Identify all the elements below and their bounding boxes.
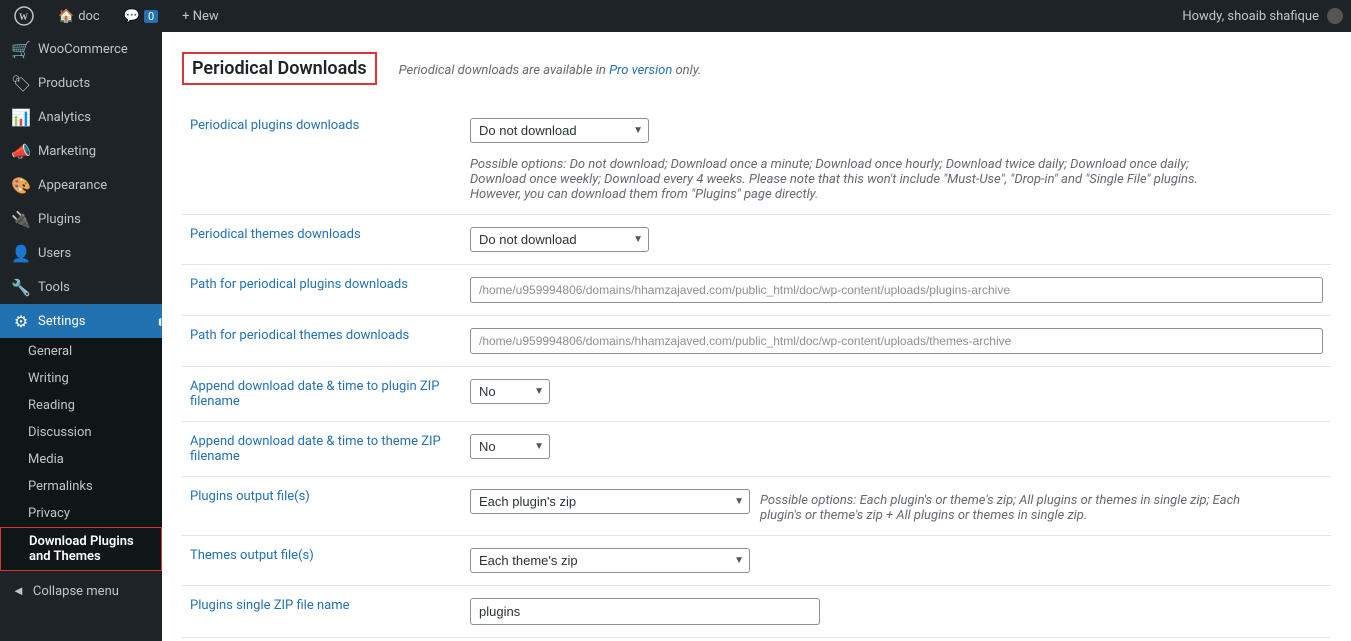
table-row: Plugins single ZIP file name	[182, 586, 1331, 638]
sidebar-item-users[interactable]: 👤 Users	[0, 236, 162, 270]
path-themes-input[interactable]	[470, 328, 1323, 354]
sidebar-appearance-label: Appearance	[38, 178, 107, 193]
products-icon: 🏷	[12, 74, 30, 92]
field-label-periodical-plugins: Periodical plugins downloads	[190, 118, 359, 133]
settings-arrow-icon: ◄	[150, 313, 162, 330]
periodical-plugins-select[interactable]: Do not download Download once a minute D…	[470, 118, 649, 143]
periodical-plugins-description: Possible options: Do not download; Downl…	[470, 157, 1220, 202]
sidebar-sub-permalinks[interactable]: Permalinks	[0, 473, 162, 500]
themes-output-select[interactable]: Each theme's zip All themes in single zi…	[470, 548, 750, 573]
sidebar-sub-download-plugins-themes[interactable]: Download Plugins and Themes	[0, 527, 162, 571]
table-row: Path for periodical plugins downloads	[182, 265, 1331, 316]
plugins-output-select[interactable]: Each plugin's zip All plugins in single …	[470, 489, 750, 514]
comments-button[interactable]: 💬 0	[118, 9, 164, 24]
sidebar-products-label: Products	[38, 76, 90, 91]
plugins-output-select-wrap: Each plugin's zip All plugins in single …	[470, 489, 750, 514]
sidebar-item-products[interactable]: 🏷 Products	[0, 66, 162, 100]
append-date-theme-select-wrap: No Yes ▼	[470, 434, 550, 459]
sidebar-tools-label: Tools	[38, 280, 70, 295]
plugins-icon: 🔌	[12, 210, 30, 228]
avatar[interactable]	[1327, 8, 1343, 24]
woocommerce-icon: 🛒	[12, 40, 30, 58]
field-label-plugins-output: Plugins output file(s)	[190, 489, 310, 504]
sidebar-item-appearance[interactable]: 🎨 Appearance	[0, 168, 162, 202]
sidebar-sub-reading[interactable]: Reading	[0, 392, 162, 419]
table-row: Plugins output file(s) Each plugin's zip…	[182, 477, 1331, 536]
field-label-plugins-single-zip: Plugins single ZIP file name	[190, 598, 350, 613]
admin-bar: W 🏠 doc 💬 0 + New Howdy, shoaib shafique	[0, 0, 1351, 32]
admin-bar-left: W 🏠 doc 💬 0 + New	[8, 6, 1174, 26]
pro-version-link[interactable]: Pro version	[609, 63, 672, 78]
sidebar-sub-media[interactable]: Media	[0, 446, 162, 473]
append-date-theme-select[interactable]: No Yes	[470, 434, 550, 459]
new-content-button[interactable]: + New	[176, 9, 225, 24]
sidebar-users-label: Users	[38, 246, 71, 261]
table-row: Themes single ZIP file name	[182, 638, 1331, 641]
section-title: Periodical Downloads	[182, 52, 377, 85]
wp-logo-button[interactable]: W	[8, 6, 40, 26]
themes-output-select-wrap: Each theme's zip All themes in single zi…	[470, 548, 750, 573]
append-date-plugin-select[interactable]: No Yes	[470, 379, 550, 404]
append-date-plugin-select-wrap: No Yes ▼	[470, 379, 550, 404]
periodical-plugins-select-wrap: Do not download Download once a minute D…	[470, 118, 649, 143]
sidebar-woocommerce-label: WooCommerce	[38, 42, 128, 57]
content-area: Periodical Downloads Periodical download…	[162, 32, 1351, 641]
field-label-append-date-theme: Append download date & time to theme ZIP…	[190, 434, 441, 464]
field-label-path-plugins: Path for periodical plugins downloads	[190, 277, 408, 292]
admin-bar-right: Howdy, shoaib shafique	[1182, 8, 1343, 24]
periodical-themes-select-wrap: Do not download Download once a minute D…	[470, 227, 649, 252]
field-label-themes-output: Themes output file(s)	[190, 548, 314, 563]
sidebar-item-marketing[interactable]: 📣 Marketing	[0, 134, 162, 168]
plugins-single-zip-input[interactable]	[470, 598, 820, 625]
table-row: Periodical themes downloads Do not downl…	[182, 215, 1331, 265]
sidebar-item-analytics[interactable]: 📊 Analytics	[0, 100, 162, 134]
tools-icon: 🔧	[12, 278, 30, 296]
sidebar-sub-privacy[interactable]: Privacy	[0, 500, 162, 527]
settings-table: Periodical plugins downloads Do not down…	[182, 106, 1331, 641]
plugins-output-description: Possible options: Each plugin's or theme…	[760, 493, 1260, 523]
sidebar-item-settings[interactable]: ⚙ Settings ◄	[0, 304, 162, 338]
main-layout: 🛒 WooCommerce 🏷 Products 📊 Analytics 📣 M…	[0, 32, 1351, 641]
sidebar-sub-writing[interactable]: Writing	[0, 365, 162, 392]
site-name-button[interactable]: 🏠 doc	[52, 9, 106, 24]
sidebar-marketing-label: Marketing	[38, 144, 96, 159]
table-row: Themes output file(s) Each theme's zip A…	[182, 536, 1331, 586]
sidebar-plugins-label: Plugins	[38, 212, 81, 227]
field-label-periodical-themes: Periodical themes downloads	[190, 227, 361, 242]
home-icon: 🏠	[58, 9, 74, 24]
collapse-icon: ◄	[12, 583, 25, 599]
analytics-icon: 📊	[12, 108, 30, 126]
sidebar: 🛒 WooCommerce 🏷 Products 📊 Analytics 📣 M…	[0, 32, 162, 641]
pro-notice: Periodical downloads are available in Pr…	[389, 63, 702, 78]
collapse-label: Collapse menu	[33, 584, 119, 599]
download-plugins-themes-label: Download Plugins and Themes	[29, 534, 134, 564]
comments-icon: 💬	[124, 9, 140, 24]
sidebar-sub-general[interactable]: General	[0, 338, 162, 365]
sidebar-item-woocommerce[interactable]: 🛒 WooCommerce	[0, 32, 162, 66]
settings-icon: ⚙	[12, 312, 30, 330]
field-label-append-date-plugin: Append download date & time to plugin ZI…	[190, 379, 439, 409]
settings-submenu: General Writing Reading Discussion Media…	[0, 338, 162, 571]
sidebar-settings-label: Settings	[38, 314, 85, 329]
sidebar-analytics-label: Analytics	[38, 110, 91, 125]
appearance-icon: 🎨	[12, 176, 30, 194]
table-row: Append download date & time to plugin ZI…	[182, 367, 1331, 422]
users-icon: 👤	[12, 244, 30, 262]
collapse-menu-button[interactable]: ◄ Collapse menu	[0, 575, 162, 607]
marketing-icon: 📣	[12, 142, 30, 160]
howdy-text: Howdy, shoaib shafique	[1182, 9, 1319, 24]
table-row: Path for periodical themes downloads	[182, 316, 1331, 367]
table-row: Append download date & time to theme ZIP…	[182, 422, 1331, 477]
sidebar-item-plugins[interactable]: 🔌 Plugins	[0, 202, 162, 236]
page-content: Periodical Downloads Periodical download…	[162, 32, 1351, 641]
svg-text:W: W	[19, 12, 28, 22]
field-label-path-themes: Path for periodical themes downloads	[190, 328, 409, 343]
sidebar-item-tools[interactable]: 🔧 Tools	[0, 270, 162, 304]
periodical-themes-select[interactable]: Do not download Download once a minute D…	[470, 227, 649, 252]
path-plugins-input[interactable]	[470, 277, 1323, 303]
table-row: Periodical plugins downloads Do not down…	[182, 106, 1331, 215]
sidebar-sub-discussion[interactable]: Discussion	[0, 419, 162, 446]
